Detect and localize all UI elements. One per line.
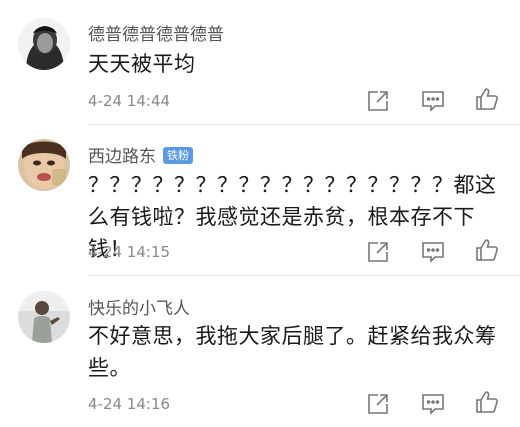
timestamp: 4-24 14:44 <box>88 92 171 110</box>
divider <box>88 275 520 276</box>
comment-icon[interactable] <box>420 391 446 417</box>
timestamp: 4-24 14:16 <box>88 395 171 413</box>
comment-item: 快乐的小飞人 不好意思，我拖大家后腿了。赶紧给我众筹些。 4-24 14:16 <box>0 277 520 427</box>
comment-item: 德普德普德普德普 天天被平均 4-24 14:44 <box>0 0 520 125</box>
share-icon[interactable] <box>365 391 391 417</box>
share-icon[interactable] <box>365 239 391 265</box>
thumbs-up-icon[interactable] <box>474 86 500 112</box>
thumbs-up-icon[interactable] <box>474 237 500 263</box>
username[interactable]: 快乐的小飞人 <box>88 294 190 319</box>
comment-icon[interactable] <box>420 88 446 114</box>
comment-item: 西边路东 铁粉 ？？？？？？？？？？？？？？？？？都这么有钱啦？我感觉还是赤贫，根… <box>0 125 520 277</box>
avatar[interactable] <box>18 139 70 191</box>
avatar[interactable] <box>18 291 70 343</box>
comment-text: 天天被平均 <box>88 52 196 76</box>
timestamp: 4-24 14:15 <box>88 243 171 261</box>
comment-text: 不好意思，我拖大家后腿了。赶紧给我众筹些。 <box>88 324 497 380</box>
comment-icon[interactable] <box>420 239 446 265</box>
username[interactable]: 德普德普德普德普 <box>88 20 224 45</box>
username-text: 西边路东 <box>88 147 156 167</box>
username[interactable]: 西边路东 铁粉 <box>88 142 193 167</box>
avatar[interactable] <box>18 18 70 70</box>
thumbs-up-icon[interactable] <box>474 389 500 415</box>
share-icon[interactable] <box>365 88 391 114</box>
fan-badge: 铁粉 <box>163 147 193 164</box>
